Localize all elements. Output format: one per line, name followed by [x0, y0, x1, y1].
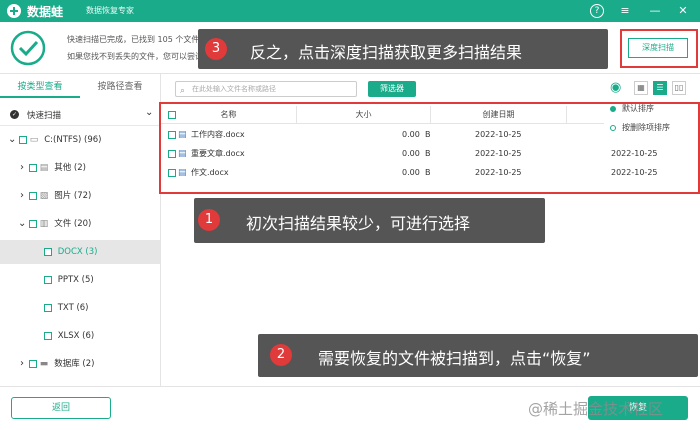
tree-item-label: 文件 (20) [54, 219, 92, 229]
folder-type-icon: ▬ [39, 359, 49, 369]
folder-type-icon: ▥ [39, 219, 49, 229]
callout-number: 2 [270, 344, 292, 366]
close-icon[interactable]: ✕ [675, 3, 691, 19]
tree-item[interactable]: ⌄ ▭ C:(NTFS) (96) [0, 128, 160, 152]
deep-scan-highlight-box [620, 29, 698, 68]
tree-item-checkbox[interactable] [28, 163, 37, 172]
tree-item[interactable]: XLSX (6) [0, 324, 160, 348]
chevron-down-icon[interactable]: ⌄ [145, 107, 153, 118]
chevron-down-icon[interactable]: ⌄ [18, 212, 26, 236]
filter-button[interactable]: 筛选器 [368, 81, 416, 97]
callout-number: 1 [198, 209, 220, 231]
check-circle-icon [10, 30, 46, 66]
search-input[interactable]: ⌕ 在此处输入文件名称或路径 [175, 81, 357, 97]
tree-item[interactable]: ⌄ ▥ 文件 (20) [0, 212, 160, 236]
chevron-right-icon[interactable]: › [18, 156, 26, 180]
callout-text: 初次扫描结果较少，可进行选择 [246, 214, 471, 233]
watermark-text: @稀土掘金技术社区 [528, 400, 664, 418]
chevron-down-icon[interactable]: ⌄ [8, 128, 16, 152]
chevron-right-icon[interactable]: › [18, 352, 26, 376]
folder-type-icon: ▤ [39, 163, 49, 173]
app-name: 数据蛙 [27, 5, 64, 19]
tree-item-checkbox[interactable] [44, 331, 52, 340]
folder-type-icon: ▧ [39, 191, 49, 201]
quick-scan-header[interactable]: ✓ 快速扫描 ⌄ [0, 104, 160, 126]
check-badge-icon: ✓ [10, 110, 19, 119]
tree-item-label: 数据库 (2) [54, 359, 95, 369]
tree-item-checkbox[interactable] [28, 191, 37, 200]
minimize-icon[interactable]: — [647, 3, 663, 19]
tree-item-label: TXT (6) [57, 303, 89, 313]
tree-item-checkbox[interactable] [28, 359, 37, 368]
tree-item-checkbox[interactable] [44, 247, 52, 256]
back-button[interactable]: 返回 [11, 397, 111, 419]
tree-item-label: PPTX (5) [57, 275, 94, 285]
detail-view-button[interactable]: ▯▯ [672, 81, 686, 95]
app-window: 数据蛙 数据恢复专家 ? ≡ — ✕ 快速扫描已完成，已找到 105 个文件，共… [0, 0, 700, 430]
category-sidebar: 按类型查看 按路径查看 ✓ 快速扫描 ⌄ ⌄ ▭ C:(NTFS) (96) › ▤… [0, 74, 161, 386]
tree-item[interactable]: › ▬ 数据库 (2) [0, 352, 160, 376]
tree-item[interactable]: PPTX (5) [0, 268, 160, 292]
table-highlight-box [159, 102, 700, 194]
callout-2: 2 需要恢复的文件被扫描到，点击“恢复” [258, 334, 698, 377]
search-icon: ⌕ [180, 86, 186, 96]
tree-item-label: 图片 (72) [54, 191, 92, 201]
grid-view-button[interactable]: ▦ [634, 81, 648, 95]
tree-item[interactable]: › ▤ 其他 (2) [0, 156, 160, 180]
eye-icon[interactable]: ◉ [610, 80, 621, 95]
chevron-right-icon[interactable]: › [18, 184, 26, 208]
folder-type-icon: ▭ [29, 135, 39, 145]
tree-item-label: DOCX (3) [57, 247, 98, 257]
tree-item[interactable]: › ▧ 图片 (72) [0, 184, 160, 208]
menu-icon[interactable]: ≡ [617, 3, 633, 19]
frog-logo-icon [7, 4, 21, 18]
list-view-button[interactable]: ☰ [653, 81, 667, 95]
callout-text: 反之，点击深度扫描获取更多扫描结果 [250, 43, 523, 62]
help-icon[interactable]: ? [590, 4, 604, 18]
callout-number: 3 [205, 38, 227, 60]
tree-item-checkbox[interactable] [18, 135, 27, 144]
tree-item[interactable]: TXT (6) [0, 296, 160, 320]
callout-3: 3 反之，点击深度扫描获取更多扫描结果 [198, 29, 608, 69]
title-bar: 数据蛙 数据恢复专家 ? ≡ — ✕ [0, 0, 700, 22]
callout-text: 需要恢复的文件被扫描到，点击“恢复” [318, 349, 591, 368]
tab-by-type[interactable]: 按类型查看 [0, 78, 80, 98]
view-tabs: 按类型查看 按路径查看 [0, 78, 160, 98]
tree-item-label: XLSX (6) [57, 331, 95, 341]
search-placeholder: 在此处输入文件名称或路径 [192, 85, 276, 93]
tree-item[interactable]: DOCX (3) [0, 240, 160, 264]
tree-item-label: 其他 (2) [54, 163, 86, 173]
results-toolbar: ⌕ 在此处输入文件名称或路径 筛选器 ◉ ▦ ☰ ▯▯ [161, 74, 700, 102]
bottom-bar: 返回 恢复 @稀土掘金技术社区 [0, 386, 700, 430]
callout-1: 1 初次扫描结果较少，可进行选择 [194, 198, 545, 243]
tree-item-checkbox[interactable] [44, 303, 52, 312]
app-subtitle: 数据恢复专家 [86, 6, 134, 15]
tree-item-label: C:(NTFS) (96) [44, 135, 102, 145]
tree-item-checkbox[interactable] [44, 275, 52, 284]
tree-item-checkbox[interactable] [28, 219, 37, 228]
quick-scan-label: 快速扫描 [27, 111, 62, 121]
tab-by-path[interactable]: 按路径查看 [80, 78, 160, 98]
